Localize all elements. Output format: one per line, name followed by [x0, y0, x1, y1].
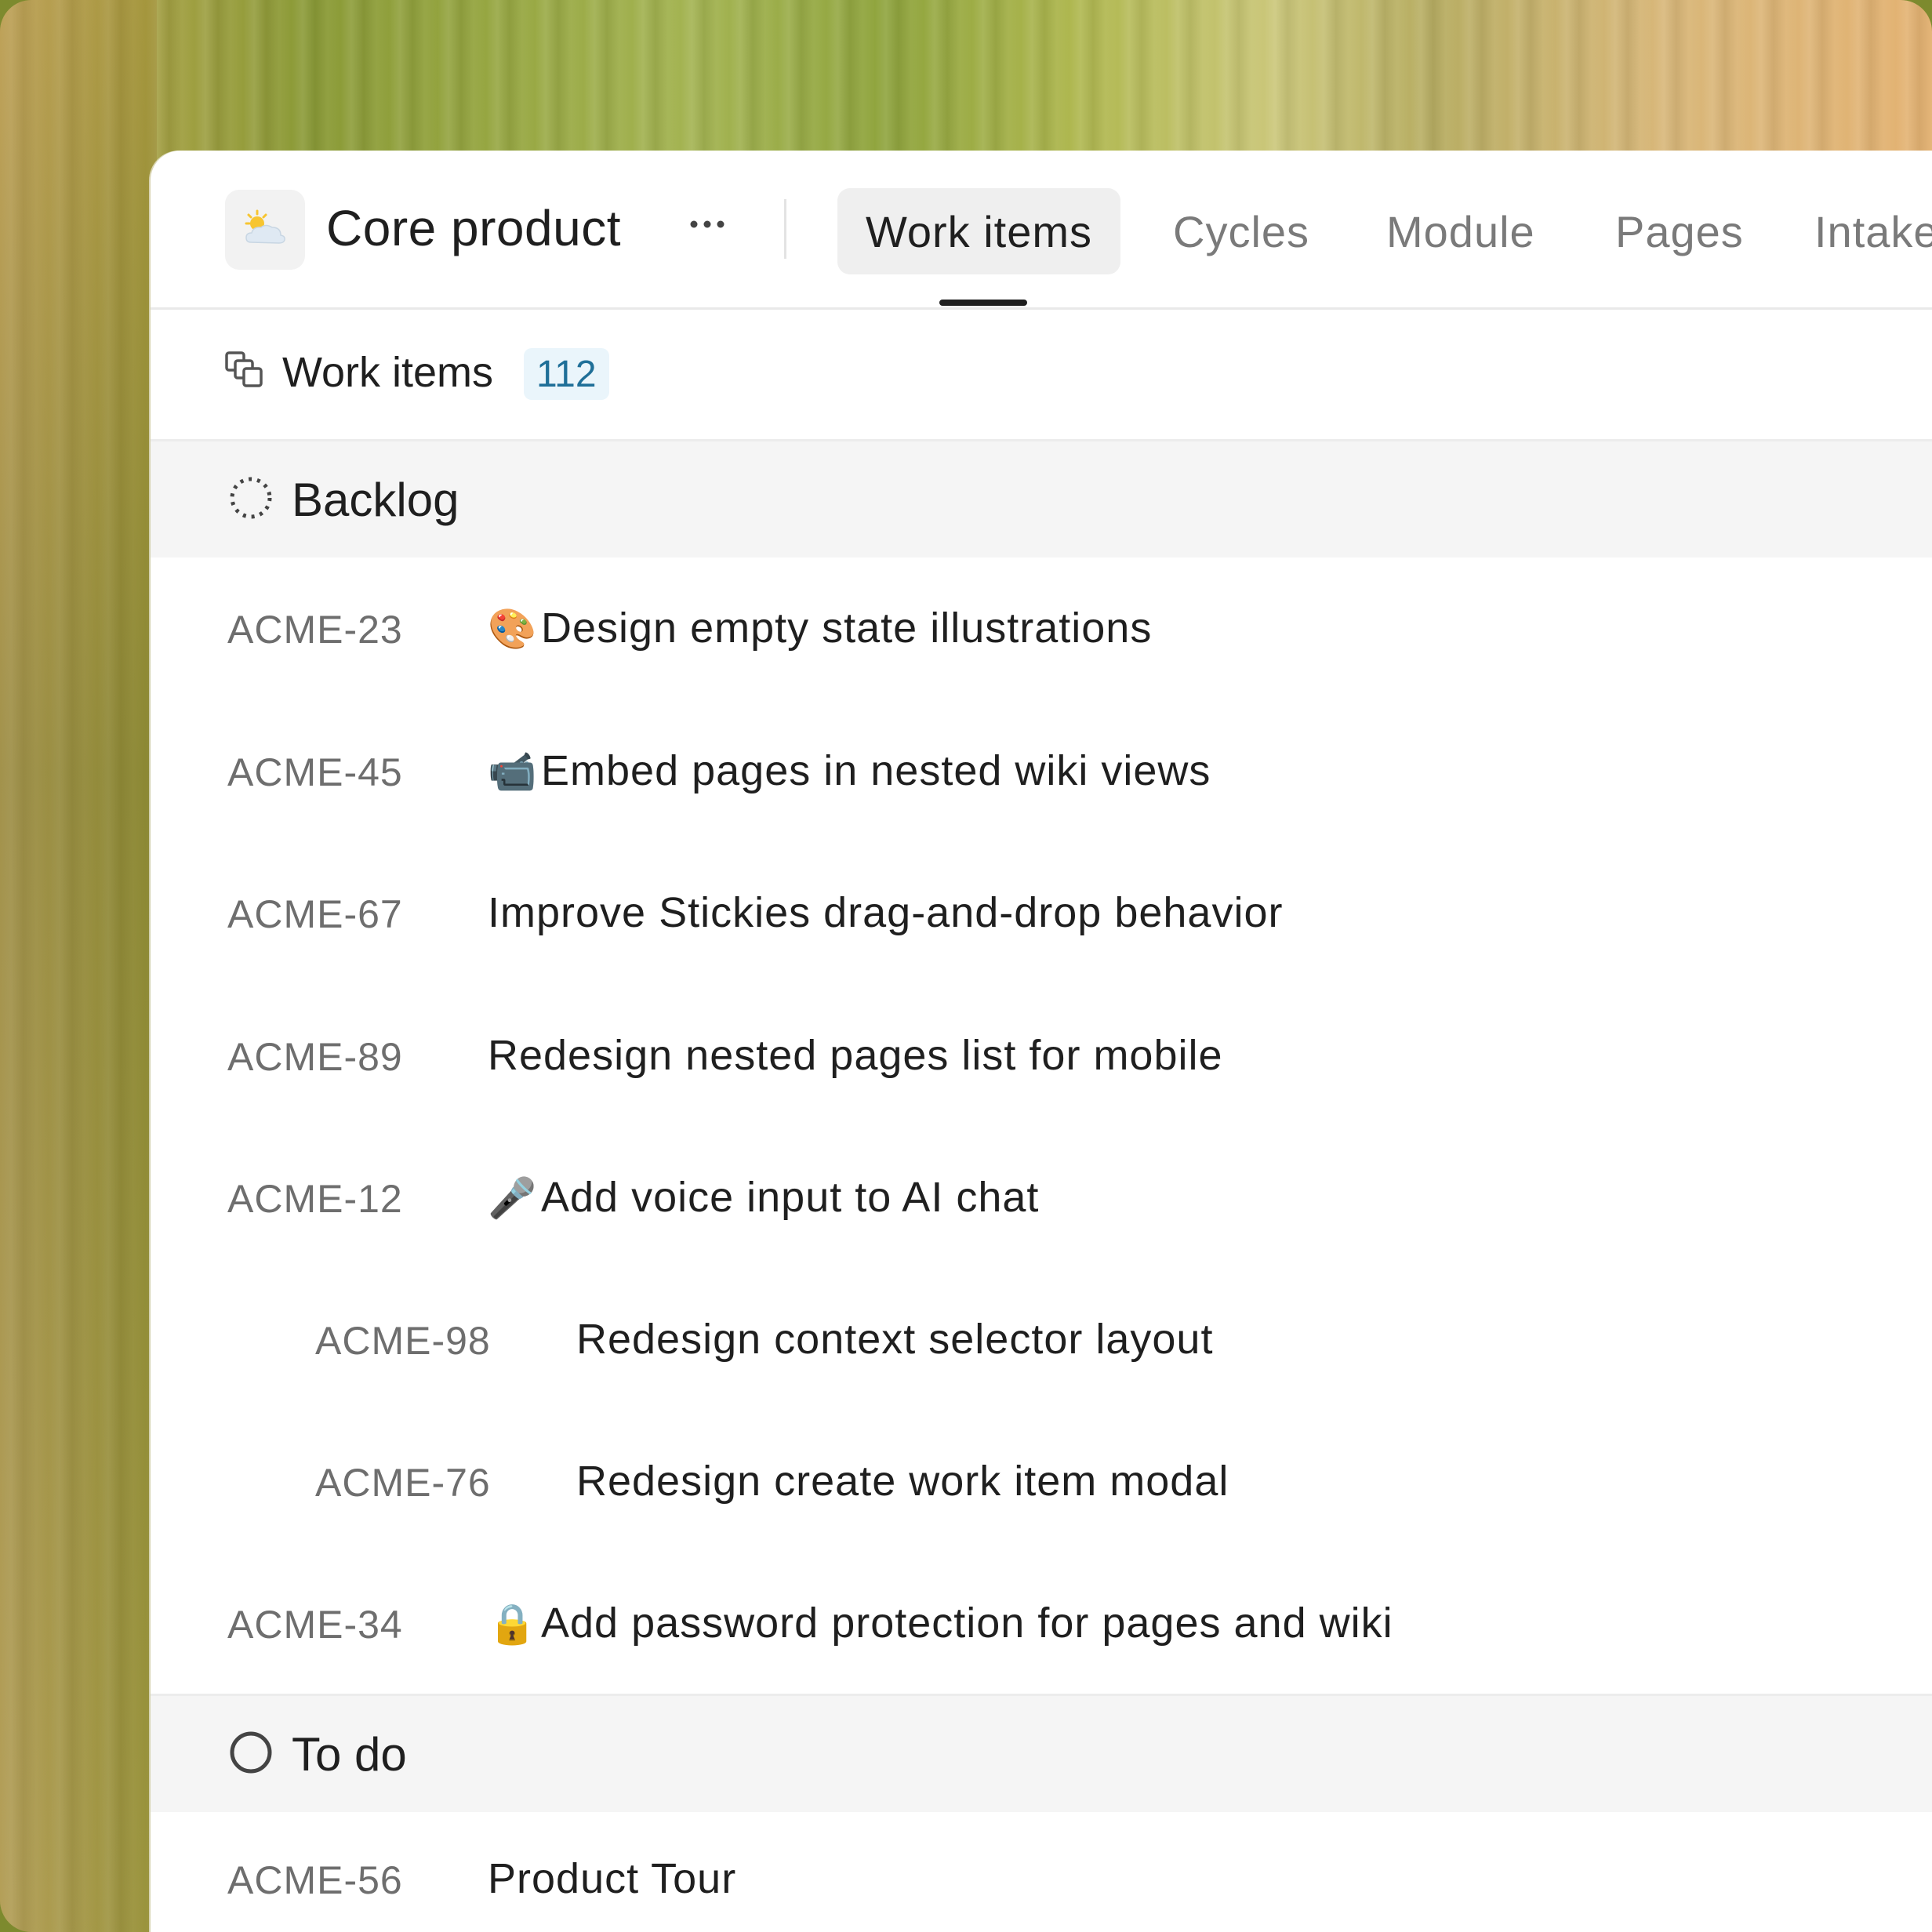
work-item-title-text: Embed pages in nested wiki views: [541, 747, 1211, 794]
project-name[interactable]: Core product: [326, 199, 621, 257]
group-header-backlog[interactable]: Backlog: [151, 439, 1932, 557]
work-item-id[interactable]: ACME-45: [227, 750, 403, 795]
work-item-title-text: Design empty state illustrations: [541, 605, 1153, 652]
work-item-title[interactable]: Improve Stickies drag-and-drop behavior: [488, 888, 1283, 937]
sun-behind-cloud-icon[interactable]: [225, 190, 305, 270]
layers-icon: [225, 351, 263, 387]
project-header: Core product Work items Cycles Module Pa…: [151, 151, 1932, 310]
video-camera-icon: 📹: [488, 750, 538, 794]
work-items-title: Work items: [282, 349, 494, 396]
work-item-id[interactable]: ACME-23: [227, 607, 403, 652]
sub-work-item-title[interactable]: Redesign create work item modal: [576, 1457, 1229, 1505]
app-window: Core product Work items Cycles Module Pa…: [151, 151, 1932, 1932]
work-item-id[interactable]: ACME-34: [227, 1602, 403, 1647]
tab-intake[interactable]: Intake: [1814, 188, 1932, 274]
tab-cycles[interactable]: Cycles: [1173, 188, 1309, 274]
sub-work-item-id[interactable]: ACME-76: [315, 1460, 491, 1505]
work-item-title-text: Add voice input to AI chat: [541, 1174, 1040, 1221]
work-item-title[interactable]: 🔒Add password protection for pages and w…: [488, 1599, 1393, 1647]
group-title-todo: To do: [292, 1728, 407, 1781]
palette-icon: 🎨: [488, 607, 538, 651]
work-item-title[interactable]: Redesign nested pages list for mobile: [488, 1031, 1223, 1080]
work-item-id[interactable]: ACME-56: [227, 1858, 403, 1903]
work-item-title[interactable]: Product Tour: [488, 1854, 736, 1903]
tab-pages[interactable]: Pages: [1615, 188, 1744, 274]
more-options-icon[interactable]: [684, 201, 731, 248]
active-tab-indicator: [939, 300, 1027, 306]
group-title-backlog: Backlog: [292, 474, 459, 526]
lock-icon: 🔒: [488, 1602, 538, 1646]
group-header-todo[interactable]: To do: [151, 1694, 1932, 1812]
header-divider: [784, 199, 786, 259]
work-item-id[interactable]: ACME-89: [227, 1034, 403, 1080]
work-item-title[interactable]: 🎤Add voice input to AI chat: [488, 1173, 1039, 1222]
work-item-id[interactable]: ACME-12: [227, 1176, 403, 1222]
work-item-title[interactable]: 📹Embed pages in nested wiki views: [488, 746, 1211, 795]
tab-work-items[interactable]: Work items: [837, 188, 1120, 274]
work-item-title-text: Add password protection for pages and wi…: [541, 1600, 1393, 1647]
work-item-title[interactable]: 🎨Design empty state illustrations: [488, 604, 1152, 652]
work-item-id[interactable]: ACME-67: [227, 892, 403, 937]
dashed-circle-icon: [230, 477, 272, 519]
tab-module[interactable]: Module: [1386, 188, 1535, 274]
work-items-count-badge: 112: [524, 348, 609, 400]
sub-work-item-id[interactable]: ACME-98: [315, 1318, 491, 1364]
empty-circle-icon: [230, 1731, 272, 1774]
microphone-icon: 🎤: [488, 1176, 538, 1220]
sub-work-item-title[interactable]: Redesign context selector layout: [576, 1315, 1213, 1364]
